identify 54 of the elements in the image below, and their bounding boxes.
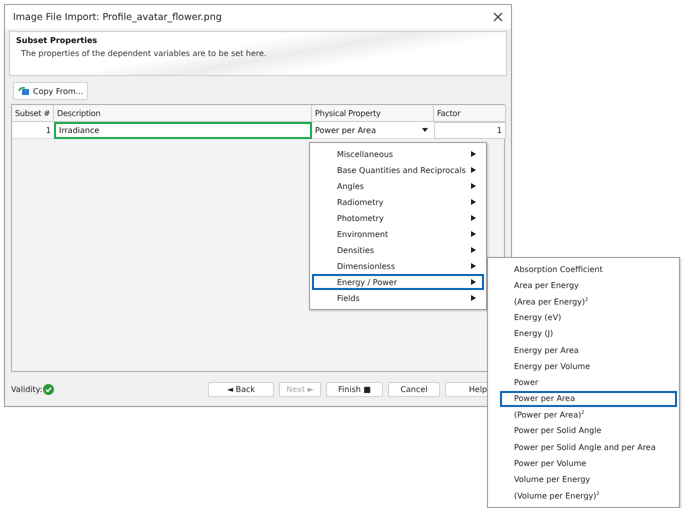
menu-item[interactable]: (Area per Energy)$^{2}$: [490, 293, 677, 310]
column-header: Physical Property: [312, 105, 434, 122]
menu-item[interactable]: (Power per Area)$^{2}$: [490, 406, 677, 423]
menu-item[interactable]: Power per Solid Angle and per Area: [490, 439, 677, 456]
caret-icon: [471, 215, 476, 221]
menu-item[interactable]: (Volume per Energy)$^{2}$: [490, 488, 677, 504]
caret-icon: [471, 295, 476, 301]
menu-item[interactable]: Power per Area: [500, 390, 677, 407]
menu-item[interactable]: Densities: [312, 242, 484, 258]
menu-item[interactable]: Angles: [312, 178, 484, 194]
menu-item[interactable]: Energy per Area: [490, 342, 677, 358]
menu-item[interactable]: Fields: [312, 290, 484, 306]
caret-icon: [471, 199, 476, 205]
menu-item[interactable]: Energy / Power: [312, 274, 484, 290]
menu-item[interactable]: Energy per Volume: [490, 358, 677, 374]
close-icon: [491, 10, 505, 24]
menu-item[interactable]: Base Quantities and Reciprocals: [312, 162, 484, 178]
menu-item[interactable]: Miscellaneous: [312, 146, 484, 162]
description-field[interactable]: Irradiance: [54, 122, 312, 139]
menu-item[interactable]: Area per Energy: [490, 277, 677, 294]
window-title: Image File Import: Profile_avatar_flower.png: [13, 12, 222, 22]
validity-label: Validity:: [11, 384, 42, 394]
dialog-button[interactable]: ◄ Back: [208, 382, 274, 396]
dialog-button[interactable]: Finish ■: [326, 382, 383, 396]
property-dropdown[interactable]: Power per Area: [312, 122, 434, 139]
caret-icon: [471, 263, 476, 269]
column-header: Factor: [434, 105, 506, 122]
menu-item[interactable]: Photometry: [312, 210, 484, 226]
table-cell: 1: [12, 122, 54, 139]
close-button[interactable]: [491, 10, 505, 24]
copy-icon: [18, 86, 30, 96]
dialog-button[interactable]: Cancel: [388, 382, 440, 396]
menu-item[interactable]: Environment: [312, 226, 484, 242]
caret-icon: [471, 183, 476, 189]
copy-from-button[interactable]: Copy From...: [13, 82, 88, 100]
factor-field[interactable]: 1: [434, 122, 506, 139]
dropdown-arrow-icon: [422, 128, 428, 132]
menu-item[interactable]: Energy (eV): [490, 310, 677, 326]
caret-icon: [471, 151, 476, 157]
caret-icon: [471, 279, 476, 285]
menu-item[interactable]: Absorption Coefficient: [490, 261, 677, 278]
column-header: Subset #: [12, 105, 54, 122]
column-header: Description: [54, 105, 312, 122]
caret-icon: [471, 231, 476, 237]
caret-icon: [471, 167, 476, 173]
menu-item[interactable]: Radiometry: [312, 194, 484, 210]
header-subtitle: The properties of the dependent variables are to be set here.: [20, 49, 268, 58]
menu-item[interactable]: Energy (J): [490, 326, 677, 342]
header-title: Subset Properties: [16, 36, 98, 45]
caret-icon: [471, 247, 476, 253]
menu-item[interactable]: Dimensionless: [312, 258, 484, 274]
menu-item[interactable]: Volume per Energy: [490, 471, 677, 488]
menu-item[interactable]: Power per Volume: [490, 455, 677, 472]
menu-item[interactable]: Power per Solid Angle: [490, 422, 677, 440]
